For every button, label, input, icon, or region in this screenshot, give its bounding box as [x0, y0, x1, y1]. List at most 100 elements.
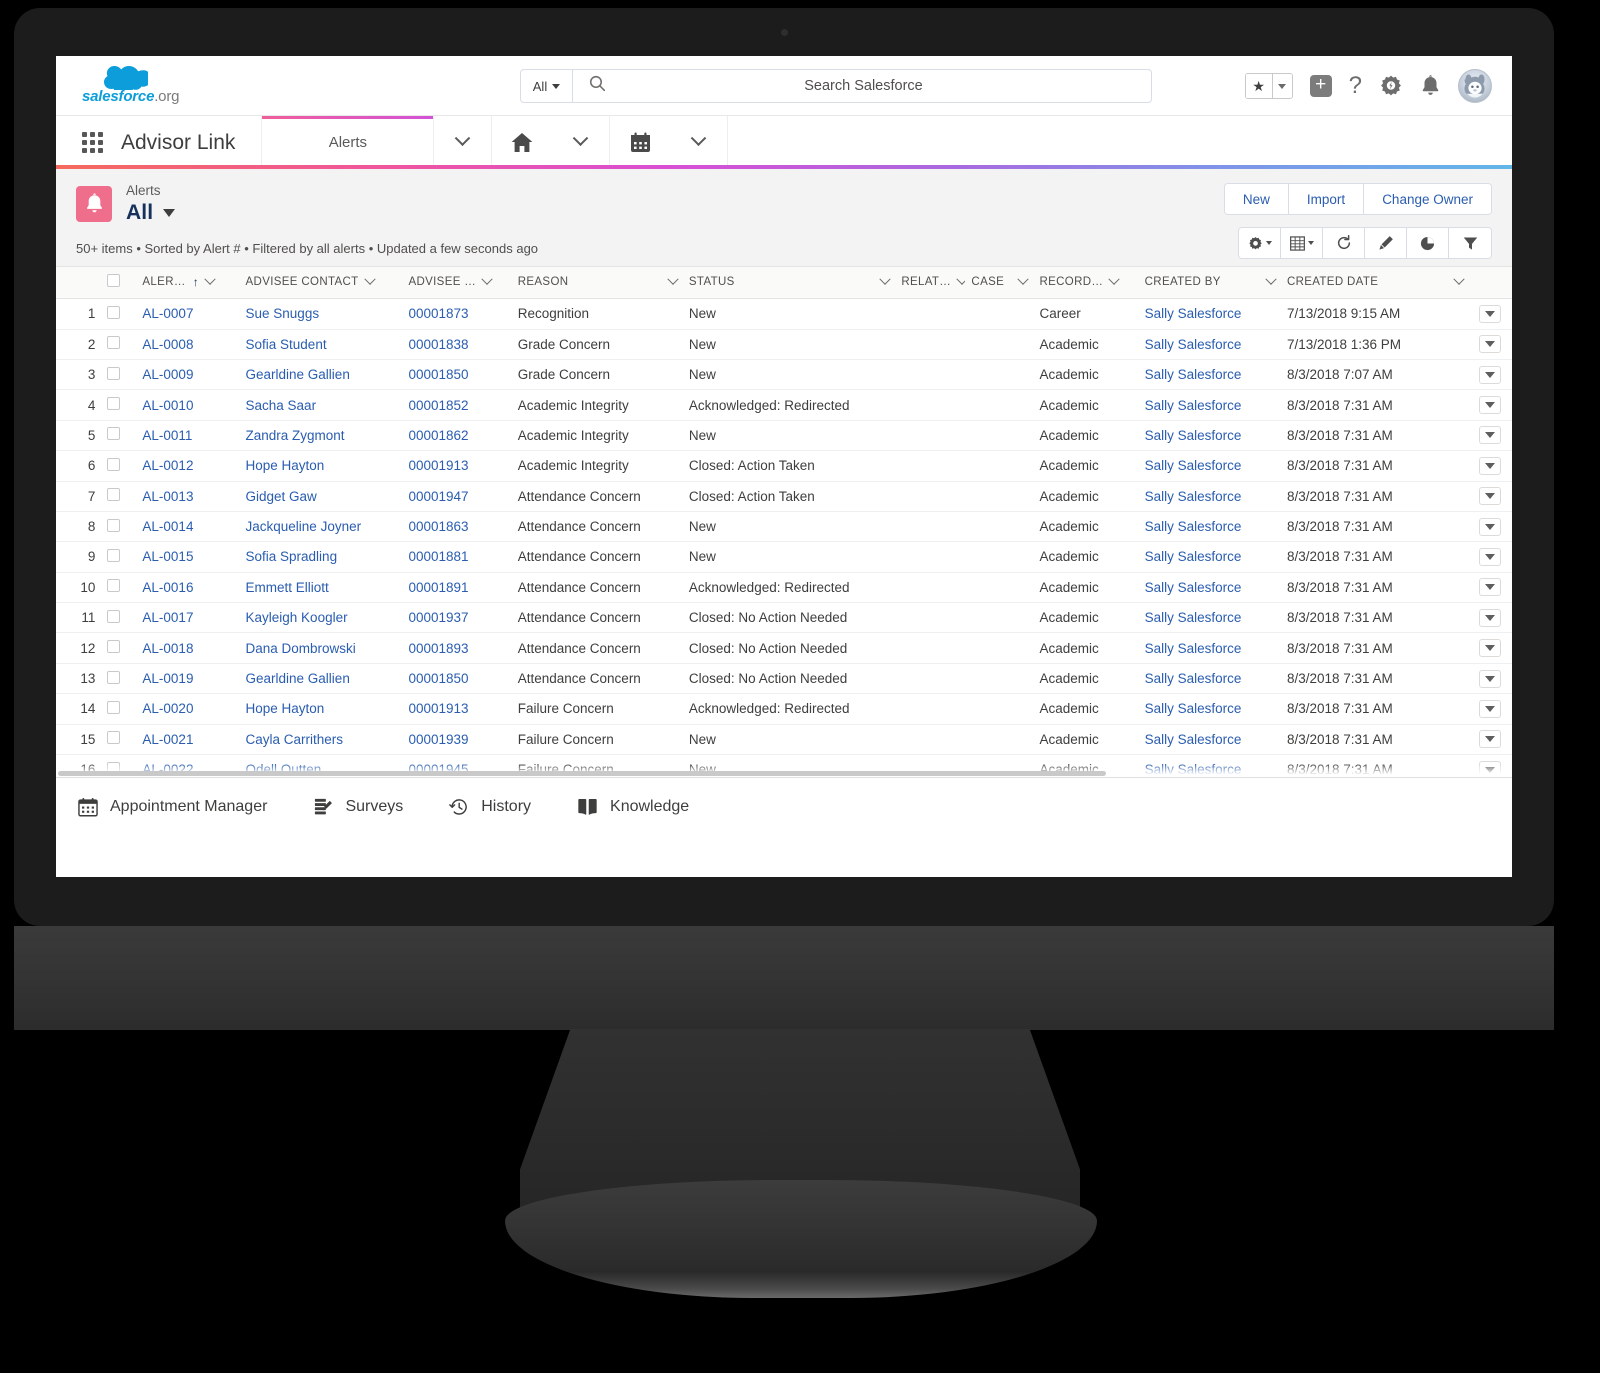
cell-row-actions[interactable]: [1469, 329, 1512, 359]
advisee-contact-link[interactable]: Kayleigh Koogler: [246, 610, 348, 625]
cell-row-actions[interactable]: [1469, 542, 1512, 572]
search-box[interactable]: [573, 69, 1152, 103]
cell-created-by[interactable]: Sally Salesforce: [1139, 724, 1281, 754]
app-launcher-and-name[interactable]: Advisor Link: [56, 116, 262, 169]
cell-advisee-contact[interactable]: Gidget Gaw: [240, 481, 403, 511]
cell-advisee[interactable]: 00001913: [402, 694, 511, 724]
table-row[interactable]: 3AL-0009Gearldine Gallien00001850Grade C…: [56, 359, 1512, 389]
cell-advisee[interactable]: 00001937: [402, 603, 511, 633]
cell-alert-number[interactable]: AL-0013: [136, 481, 239, 511]
th-status[interactable]: STATUS: [683, 267, 895, 299]
row-actions-menu-button[interactable]: [1479, 670, 1501, 688]
advisee-contact-link[interactable]: Sofia Spradling: [246, 549, 338, 564]
cell-created-by[interactable]: Sally Salesforce: [1139, 542, 1281, 572]
alert-number-link[interactable]: AL-0015: [142, 549, 193, 564]
horizontal-scrollbar-thumb[interactable]: [58, 771, 1106, 776]
cell-alert-number[interactable]: AL-0008: [136, 329, 239, 359]
cell-alert-number[interactable]: AL-0012: [136, 451, 239, 481]
cell-advisee[interactable]: 00001913: [402, 451, 511, 481]
advisee-contact-link[interactable]: Zandra Zygmont: [246, 428, 345, 443]
cell-alert-number[interactable]: AL-0021: [136, 724, 239, 754]
cell-alert-number[interactable]: AL-0018: [136, 633, 239, 663]
cell-alert-number[interactable]: AL-0017: [136, 603, 239, 633]
tab-calendar[interactable]: [610, 116, 670, 169]
alert-number-link[interactable]: AL-0011: [142, 428, 192, 443]
tab-home[interactable]: [492, 116, 552, 169]
cell-alert-number[interactable]: AL-0020: [136, 694, 239, 724]
cell-row-actions[interactable]: [1469, 511, 1512, 541]
refresh-button[interactable]: [1323, 228, 1365, 258]
utility-history[interactable]: History: [449, 797, 531, 817]
th-advisee-contact[interactable]: ADVISEE CONTACT: [240, 267, 403, 299]
advisee-contact-link[interactable]: Sue Snuggs: [246, 306, 320, 321]
search-scope-dropdown[interactable]: All: [520, 69, 573, 103]
cell-advisee-contact[interactable]: Gearldine Gallien: [240, 663, 403, 693]
table-row[interactable]: 5AL-0011Zandra Zygmont00001862Academic I…: [56, 420, 1512, 450]
charts-button[interactable]: [1407, 228, 1449, 258]
cell-advisee-contact[interactable]: Emmett Elliott: [240, 572, 403, 602]
cell-created-by[interactable]: Sally Salesforce: [1139, 603, 1281, 633]
row-select-cell[interactable]: [101, 420, 136, 450]
th-alert-number[interactable]: ALER… ↑: [136, 267, 239, 299]
th-record-type[interactable]: RECORD…: [1033, 267, 1138, 299]
change-owner-button[interactable]: Change Owner: [1364, 184, 1491, 214]
advisee-link[interactable]: 00001862: [408, 428, 468, 443]
row-actions-menu-button[interactable]: [1479, 609, 1501, 627]
table-row[interactable]: 10AL-0016Emmett Elliott00001891Attendanc…: [56, 572, 1512, 602]
chevron-down-icon[interactable]: [1265, 274, 1276, 285]
favorites-chevron-down-icon[interactable]: [1272, 74, 1292, 98]
cell-advisee[interactable]: 00001863: [402, 511, 511, 541]
th-created-date[interactable]: CREATED DATE: [1281, 267, 1469, 299]
cell-advisee-contact[interactable]: Hope Hayton: [240, 694, 403, 724]
alert-number-link[interactable]: AL-0009: [142, 367, 193, 382]
setup-button[interactable]: [1379, 74, 1403, 98]
chevron-down-icon[interactable]: [204, 274, 215, 285]
row-checkbox[interactable]: [107, 579, 120, 592]
table-row[interactable]: 14AL-0020Hope Hayton00001913Failure Conc…: [56, 694, 1512, 724]
cell-advisee[interactable]: 00001947: [402, 481, 511, 511]
list-view-selector[interactable]: All: [126, 201, 175, 225]
advisee-contact-link[interactable]: Sacha Saar: [246, 398, 317, 413]
cell-created-by[interactable]: Sally Salesforce: [1139, 663, 1281, 693]
advisee-contact-link[interactable]: Hope Hayton: [246, 458, 325, 473]
tab-alerts[interactable]: Alerts: [262, 116, 434, 169]
th-select-all[interactable]: [101, 267, 136, 299]
cell-created-by[interactable]: Sally Salesforce: [1139, 329, 1281, 359]
row-actions-menu-button[interactable]: [1479, 366, 1501, 384]
cell-advisee[interactable]: 00001838: [402, 329, 511, 359]
row-checkbox[interactable]: [107, 336, 120, 349]
row-select-cell[interactable]: [101, 359, 136, 389]
cell-advisee-contact[interactable]: Kayleigh Koogler: [240, 603, 403, 633]
th-reason[interactable]: REASON: [512, 267, 683, 299]
row-select-cell[interactable]: [101, 299, 136, 329]
row-select-cell[interactable]: [101, 542, 136, 572]
utility-surveys[interactable]: Surveys: [313, 797, 403, 817]
created-by-link[interactable]: Sally Salesforce: [1145, 549, 1242, 564]
advisee-link[interactable]: 00001838: [408, 337, 468, 352]
row-checkbox[interactable]: [107, 519, 120, 532]
advisee-contact-link[interactable]: Dana Dombrowski: [246, 641, 356, 656]
row-actions-menu-button[interactable]: [1479, 548, 1501, 566]
cell-advisee-contact[interactable]: Sofia Spradling: [240, 542, 403, 572]
row-actions-menu-button[interactable]: [1479, 700, 1501, 718]
alert-number-link[interactable]: AL-0016: [142, 580, 193, 595]
alert-number-link[interactable]: AL-0017: [142, 610, 193, 625]
row-checkbox[interactable]: [107, 397, 120, 410]
filters-button[interactable]: [1449, 228, 1491, 258]
cell-advisee-contact[interactable]: Dana Dombrowski: [240, 633, 403, 663]
th-related[interactable]: RELAT…: [895, 267, 965, 299]
alerts-table-container[interactable]: ALER… ↑ ADVISEE CONTACT ADVISEE: [56, 267, 1512, 777]
table-row[interactable]: 15AL-0021Cayla Carrithers00001939Failure…: [56, 724, 1512, 754]
created-by-link[interactable]: Sally Salesforce: [1145, 671, 1242, 686]
row-actions-menu-button[interactable]: [1479, 518, 1501, 536]
row-select-cell[interactable]: [101, 451, 136, 481]
cell-row-actions[interactable]: [1469, 603, 1512, 633]
table-row[interactable]: 8AL-0014Jackqueline Joyner00001863Attend…: [56, 511, 1512, 541]
advisee-link[interactable]: 00001891: [408, 580, 468, 595]
advisee-contact-link[interactable]: Gearldine Gallien: [246, 367, 350, 382]
cell-alert-number[interactable]: AL-0010: [136, 390, 239, 420]
created-by-link[interactable]: Sally Salesforce: [1145, 519, 1242, 534]
row-select-cell[interactable]: [101, 724, 136, 754]
cell-row-actions[interactable]: [1469, 694, 1512, 724]
created-by-link[interactable]: Sally Salesforce: [1145, 641, 1242, 656]
